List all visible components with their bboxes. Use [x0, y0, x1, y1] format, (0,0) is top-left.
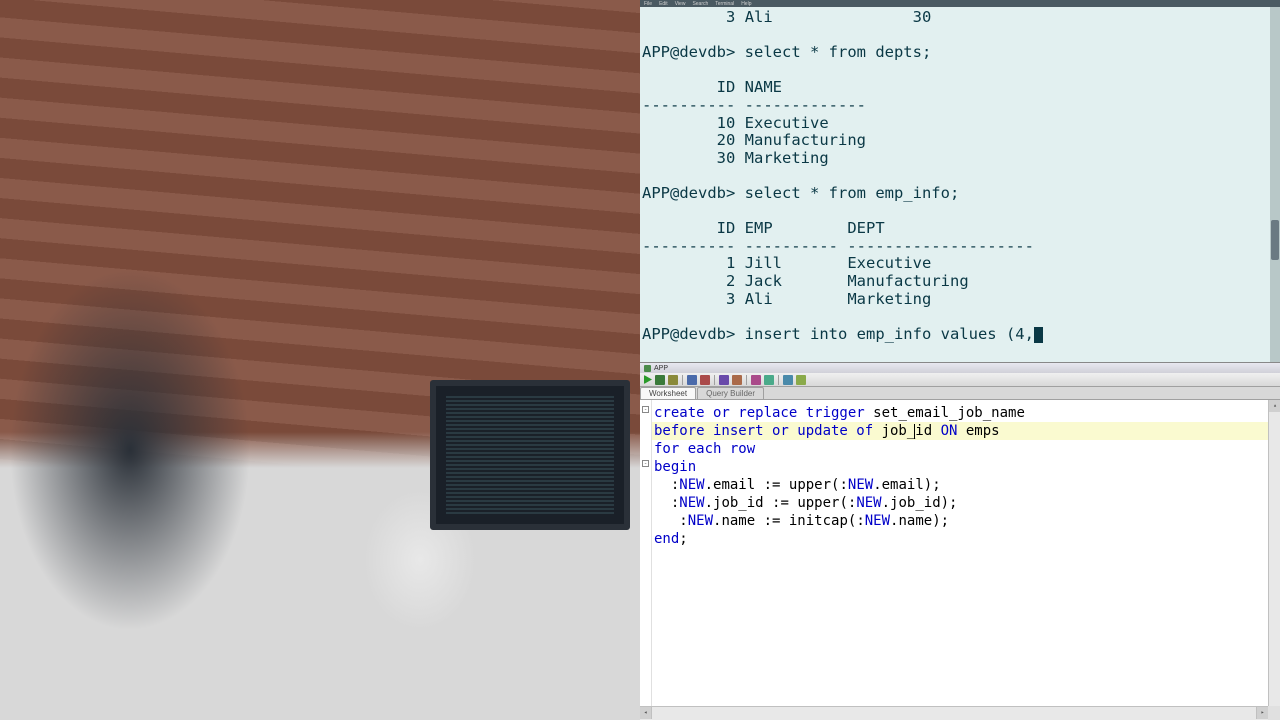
snippets-icon[interactable] [783, 375, 793, 385]
sqldev-tabstrip: Worksheet Query Builder [640, 387, 1280, 400]
menu-file[interactable]: File [644, 1, 652, 6]
prompt: APP@devdb> [642, 325, 735, 343]
sql-editor[interactable]: - - create or replace trigger set_email_… [640, 400, 1280, 720]
editor-gutter: - - [640, 400, 652, 720]
format-icon[interactable] [796, 375, 806, 385]
photo-monitor [430, 380, 630, 530]
horizontal-scrollbar[interactable]: ◂ ▸ [640, 706, 1268, 720]
scroll-up-icon[interactable]: ▴ [1269, 400, 1280, 412]
sql-history-icon[interactable] [751, 375, 761, 385]
run-script-icon[interactable] [655, 375, 665, 385]
editor-content[interactable]: create or replace trigger set_email_job_… [654, 404, 1266, 548]
sqldev-titlebar[interactable]: APP [640, 363, 1280, 373]
tab-querybuilder[interactable]: Query Builder [697, 387, 764, 399]
run-icon[interactable] [644, 375, 652, 384]
explain-icon[interactable] [719, 375, 729, 385]
menu-view[interactable]: View [675, 1, 686, 6]
clear-icon[interactable] [764, 375, 774, 385]
menu-edit[interactable]: Edit [659, 1, 668, 6]
sqldev-toolbar [640, 373, 1280, 387]
scroll-corner [1268, 706, 1280, 720]
scrollbar-thumb[interactable] [1271, 220, 1279, 260]
terminal-cursor [1034, 327, 1043, 343]
separator-icon [778, 375, 779, 385]
scroll-right-icon[interactable]: ▸ [1256, 707, 1268, 719]
vertical-scrollbar[interactable]: ▴ [1268, 400, 1280, 706]
app-icon [644, 365, 651, 372]
prompt: APP@devdb> [642, 184, 735, 202]
divider: ---------- ---------- ------------------… [642, 237, 1034, 255]
terminal-window: File Edit View Search Terminal Help 3 Al… [640, 0, 1280, 362]
cmd-insert: insert into emp_info values (4, [745, 325, 1034, 343]
menu-help[interactable]: Help [741, 1, 751, 6]
rollback-icon[interactable] [700, 375, 710, 385]
row-prev: 3 Ali 30 [642, 8, 931, 26]
menu-search[interactable]: Search [692, 1, 708, 6]
scroll-left-icon[interactable]: ◂ [640, 707, 652, 719]
cmd-depts: select * from depts; [745, 43, 932, 61]
commit-icon[interactable] [668, 375, 678, 385]
background-photo [0, 0, 640, 720]
window-title: APP [654, 365, 668, 372]
separator-icon [682, 375, 683, 385]
autotrace-icon[interactable] [732, 375, 742, 385]
menu-terminal[interactable]: Terminal [715, 1, 734, 6]
editor-cursor [914, 424, 915, 439]
fold-marker-icon[interactable]: - [642, 460, 649, 467]
autocommit-icon[interactable] [687, 375, 697, 385]
cmd-empinfo: select * from emp_info; [745, 184, 960, 202]
tab-worksheet[interactable]: Worksheet [640, 387, 696, 399]
terminal-scrollbar[interactable] [1270, 7, 1280, 362]
fold-marker-icon[interactable]: - [642, 406, 649, 413]
separator-icon [714, 375, 715, 385]
separator-icon [746, 375, 747, 385]
prompt: APP@devdb> [642, 43, 735, 61]
divider: ---------- ------------- [642, 96, 866, 114]
sqldev-window: APP Worksheet Query Builder - - create o… [640, 362, 1280, 720]
terminal-menubar[interactable]: File Edit View Search Terminal Help [640, 0, 1280, 7]
terminal-output[interactable]: 3 Ali 30 APP@devdb> select * from depts;… [640, 7, 1280, 362]
